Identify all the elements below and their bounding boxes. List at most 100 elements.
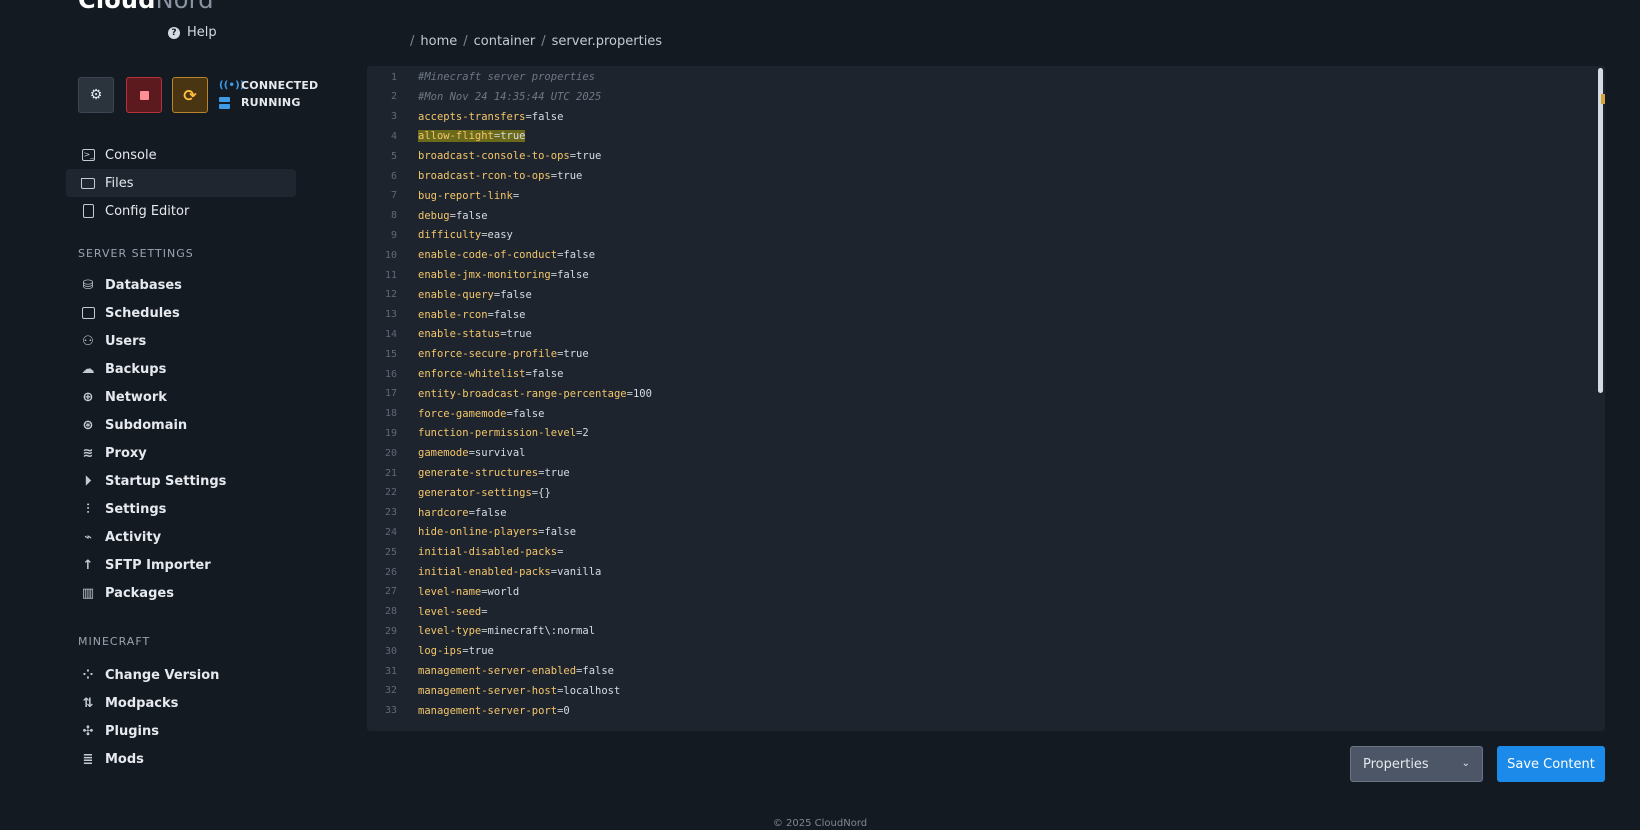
- breadcrumb-home[interactable]: home: [420, 34, 457, 49]
- sidebar-item-subdomain[interactable]: ⊛ Subdomain: [66, 411, 296, 439]
- code-editor[interactable]: 33 management-server-port=0 32 management-s…: [367, 66, 1605, 731]
- code-line[interactable]: 9 difficulty=easy: [367, 225, 1605, 245]
- file-type-select[interactable]: Properties ⌄: [1350, 746, 1483, 782]
- equals-sign: =: [512, 189, 520, 202]
- footer-copyright: © 2025 CloudNord: [772, 818, 868, 829]
- line-number: 7: [390, 190, 397, 202]
- line-content: accepts-transfers=false: [418, 111, 563, 123]
- stop-server-button[interactable]: [126, 77, 162, 113]
- code-line[interactable]: 11 enable-jmx-monitoring=false: [367, 265, 1605, 285]
- code-line[interactable]: 15 enforce-secure-profile=true: [367, 344, 1605, 364]
- property-key: enable-status: [418, 328, 501, 341]
- sidebar-item-databases[interactable]: ⛁ Databases: [66, 271, 296, 299]
- sidebar-item-label: Modpacks: [105, 695, 179, 711]
- line-number: 24: [384, 526, 397, 538]
- property-value: false: [563, 249, 596, 262]
- code-line[interactable]: 13 enable-rcon=false: [367, 305, 1605, 325]
- code-line[interactable]: 2 #Mon Nov 24 14:35:44 UTC 2025: [367, 87, 1605, 107]
- code-line[interactable]: 25 initial-disabled-packs=: [367, 542, 1605, 562]
- sidebar-item-label: Mods: [105, 751, 144, 767]
- line-number: 14: [384, 328, 397, 340]
- code-line[interactable]: 33 management-server-port=0: [367, 701, 1605, 721]
- sidebar-item-config-editor[interactable]: Config Editor: [66, 197, 296, 225]
- breadcrumb-container[interactable]: container: [474, 34, 536, 49]
- line-content: generate-structures=true: [418, 467, 570, 479]
- save-content-button[interactable]: Save Content: [1497, 746, 1605, 782]
- code-line[interactable]: 16 enforce-whitelist=false: [367, 364, 1605, 384]
- line-number: 25: [384, 546, 397, 558]
- code-line[interactable]: 26 initial-enabled-packs=vanilla: [367, 562, 1605, 582]
- line-content: initial-disabled-packs=: [418, 546, 563, 558]
- code-line[interactable]: 30 log-ips=true: [367, 641, 1605, 661]
- property-key: level-type: [418, 625, 482, 638]
- code-line[interactable]: 19 function-permission-level=2: [367, 423, 1605, 443]
- code-line[interactable]: 5 broadcast-console-to-ops=true: [367, 146, 1605, 166]
- code-line[interactable]: 12 enable-query=false: [367, 285, 1605, 305]
- line-content: management-server-port=0: [418, 705, 570, 717]
- sidebar-item-label: Activity: [105, 529, 162, 545]
- server-settings-button[interactable]: ⚙: [78, 77, 114, 113]
- code-line[interactable]: 20 gamemode=survival: [367, 443, 1605, 463]
- sidebar-item-modpacks[interactable]: ⇅ Modpacks: [66, 689, 296, 717]
- sidebar-item-startup-settings[interactable]: ⏵ Startup Settings: [66, 467, 296, 495]
- code-line[interactable]: 24 hide-online-players=false: [367, 522, 1605, 542]
- code-line[interactable]: 18 force-gamemode=false: [367, 404, 1605, 424]
- property-key: initial-disabled-packs: [418, 546, 558, 559]
- file-type-select-value: Properties: [1363, 756, 1429, 772]
- property-key: hardcore: [418, 506, 469, 519]
- cloud-upload-icon: ☁: [81, 361, 95, 377]
- line-number: 3: [390, 111, 397, 123]
- code-line[interactable]: 17 entity-broadcast-range-percentage=100: [367, 384, 1605, 404]
- sliders-icon: ⫶: [86, 501, 90, 517]
- code-line[interactable]: 29 level-type=minecraft\:normal: [367, 621, 1605, 641]
- code-line[interactable]: 28 level-seed=: [367, 602, 1605, 622]
- sidebar-item-users[interactable]: ⚇ Users: [66, 327, 296, 355]
- sidebar-primary-nav: >_ Console Files Config Editor: [66, 141, 296, 225]
- code-line[interactable]: 22 generator-settings={}: [367, 483, 1605, 503]
- editor-scrollbar[interactable]: [1595, 66, 1605, 731]
- code-line[interactable]: 27 level-name=world: [367, 582, 1605, 602]
- code-line[interactable]: 3 accepts-transfers=false: [367, 107, 1605, 127]
- property-value: true: [468, 645, 494, 658]
- network-icon: ⊛: [82, 417, 94, 433]
- code-line[interactable]: 7 bug-report-link=: [367, 186, 1605, 206]
- editor-scrollbar-thumb[interactable]: [1598, 68, 1603, 393]
- sidebar-item-backups[interactable]: ☁ Backups: [66, 355, 296, 383]
- server-status-label: RUNNING: [241, 96, 301, 109]
- sidebar-item-network[interactable]: ⊕ Network: [66, 383, 296, 411]
- code-line[interactable]: 14 enable-status=true: [367, 324, 1605, 344]
- sidebar-item-packages[interactable]: ▥ Packages: [66, 579, 296, 607]
- sidebar-item-sftp-importer[interactable]: ↑ SFTP Importer: [66, 551, 296, 579]
- property-key: broadcast-rcon-to-ops: [418, 170, 551, 182]
- code-line[interactable]: 21 generate-structures=true: [367, 463, 1605, 483]
- puzzle-icon: ✣: [82, 723, 94, 739]
- property-value: vanilla: [557, 566, 602, 578]
- code-line[interactable]: 6 broadcast-rcon-to-ops=true: [367, 166, 1605, 186]
- code-line[interactable]: 4 allow-flight=true: [367, 126, 1605, 146]
- help-label: Help: [187, 25, 217, 40]
- sidebar-item-files[interactable]: Files: [66, 169, 296, 197]
- line-content: debug=false: [418, 210, 488, 222]
- connection-status: ((•)) CONNECTED: [219, 79, 318, 92]
- property-key: force-gamemode: [418, 407, 507, 420]
- sidebar-item-mods[interactable]: ≣ Mods: [66, 745, 296, 773]
- sidebar-item-plugins[interactable]: ✣ Plugins: [66, 717, 296, 745]
- code-line[interactable]: 23 hardcore=false: [367, 503, 1605, 523]
- folder-icon: [80, 175, 96, 191]
- equals-sign: =: [481, 605, 488, 618]
- sidebar-item-schedules[interactable]: Schedules: [66, 299, 296, 327]
- sidebar-item-settings[interactable]: ⫶ Settings: [66, 495, 296, 523]
- line-content: hardcore=false: [418, 507, 507, 519]
- code-line[interactable]: 8 debug=false: [367, 206, 1605, 226]
- restart-server-button[interactable]: ⟳: [172, 77, 208, 113]
- help-link[interactable]: ? Help: [168, 25, 217, 40]
- code-line[interactable]: 32 management-server-host=localhost: [367, 681, 1605, 701]
- sidebar-item-proxy[interactable]: ≋ Proxy: [66, 439, 296, 467]
- sidebar-item-activity[interactable]: ⌁ Activity: [66, 523, 296, 551]
- sidebar-item-console[interactable]: >_ Console: [66, 141, 296, 169]
- sidebar-item-change-version[interactable]: ⁘ Change Version: [66, 661, 296, 689]
- line-content: level-name=world: [418, 586, 519, 598]
- code-line[interactable]: 10 enable-code-of-conduct=false: [367, 245, 1605, 265]
- code-line[interactable]: 1 #Minecraft server properties: [367, 67, 1605, 87]
- code-line[interactable]: 31 management-server-enabled=false: [367, 661, 1605, 681]
